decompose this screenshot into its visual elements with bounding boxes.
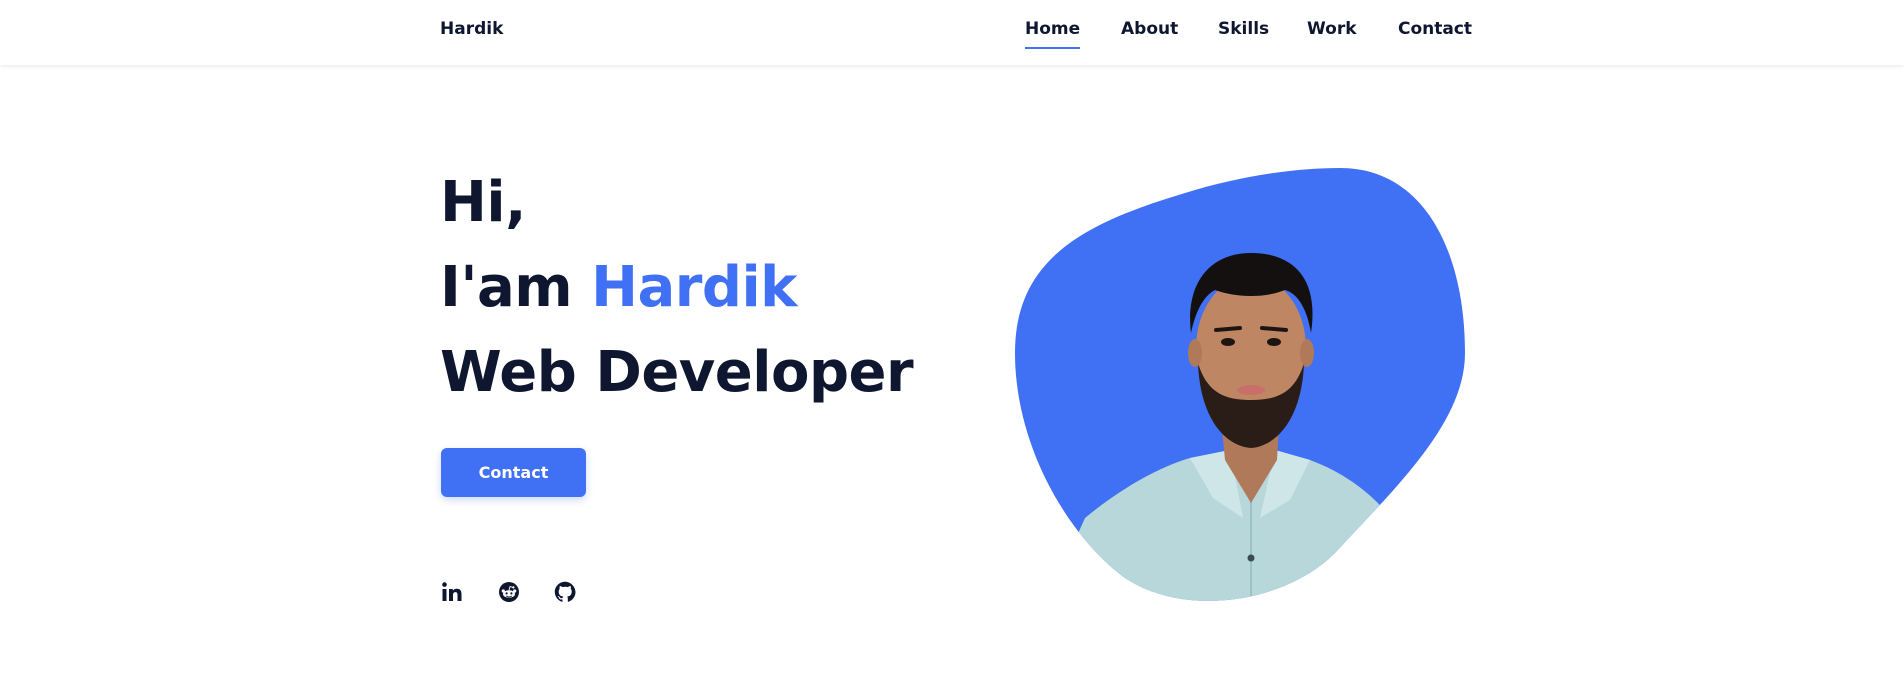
- site-header: Hardik Home About Skills Work Contact: [0, 0, 1904, 65]
- hero-name: Hardik: [591, 255, 797, 320]
- blob-background: [1015, 168, 1465, 601]
- linkedin-icon: [442, 582, 462, 601]
- contact-button[interactable]: Contact: [441, 448, 586, 497]
- hero-title: Hi, I'am Hardik Web Developer: [440, 160, 914, 415]
- github-icon: [554, 581, 576, 602]
- nav-item-skills[interactable]: Skills: [1218, 19, 1269, 49]
- hero-image: [1015, 168, 1465, 607]
- reddit-icon: [499, 582, 519, 602]
- nav-item-work[interactable]: Work: [1307, 19, 1357, 49]
- linkedin-link[interactable]: [440, 580, 464, 604]
- hero-intro-prefix: I'am: [440, 255, 592, 320]
- hero-intro: I'am Hardik: [440, 245, 913, 330]
- nav-item-contact[interactable]: Contact: [1398, 19, 1472, 49]
- hero-greeting: Hi,: [440, 170, 526, 235]
- main-nav: Home About Skills Work Contact: [0, 19, 1904, 59]
- profile-photo-illustration: [1015, 168, 1465, 601]
- nav-item-home[interactable]: Home: [1025, 19, 1081, 49]
- github-link[interactable]: [553, 580, 577, 604]
- reddit-link[interactable]: [497, 580, 521, 604]
- hero-role: Web Developer: [440, 340, 914, 405]
- nav-item-about[interactable]: About: [1121, 19, 1178, 49]
